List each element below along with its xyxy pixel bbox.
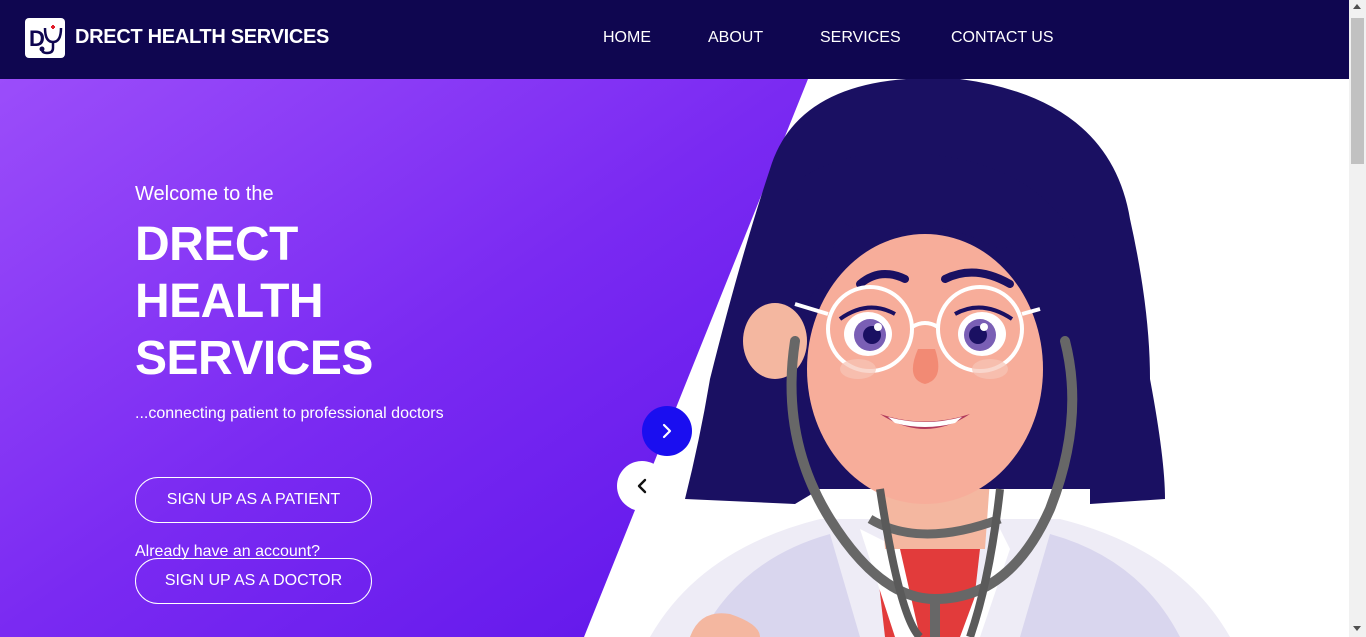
scroll-down-icon[interactable] <box>1353 626 1361 631</box>
top-navbar: D DRECT HEALTH SERVICES HOME ABOUT SERVI… <box>0 0 1349 79</box>
sign-up-patient-button[interactable]: SIGN UP AS A PATIENT <box>135 477 372 523</box>
welcome-text: Welcome to the <box>135 183 274 205</box>
nav-about[interactable]: ABOUT <box>708 29 763 47</box>
sign-up-doctor-button[interactable]: SIGN UP AS A DOCTOR <box>135 558 372 604</box>
carousel-next-button[interactable] <box>642 406 692 456</box>
chevron-left-icon <box>637 478 647 494</box>
nav-contact-us[interactable]: CONTACT US <box>951 29 1054 47</box>
already-have-account-link[interactable]: Already have an account? <box>135 543 320 561</box>
page-scrollbar[interactable] <box>1349 0 1366 637</box>
main-nav: HOME ABOUT SERVICES CONTACT US <box>0 0 1349 79</box>
hero-tagline: ...connecting patient to professional do… <box>135 405 444 422</box>
carousel-prev-button[interactable] <box>617 461 667 511</box>
nav-home[interactable]: HOME <box>603 29 651 47</box>
nav-services[interactable]: SERVICES <box>820 29 901 47</box>
chevron-right-icon <box>662 423 672 439</box>
scroll-up-icon[interactable] <box>1353 4 1361 9</box>
hero-title-line-1: DRECT <box>135 218 298 271</box>
hero-title-line-2: HEALTH <box>135 275 324 328</box>
scroll-thumb[interactable] <box>1351 18 1364 164</box>
hero-title-line-3: SERVICES <box>135 332 373 385</box>
